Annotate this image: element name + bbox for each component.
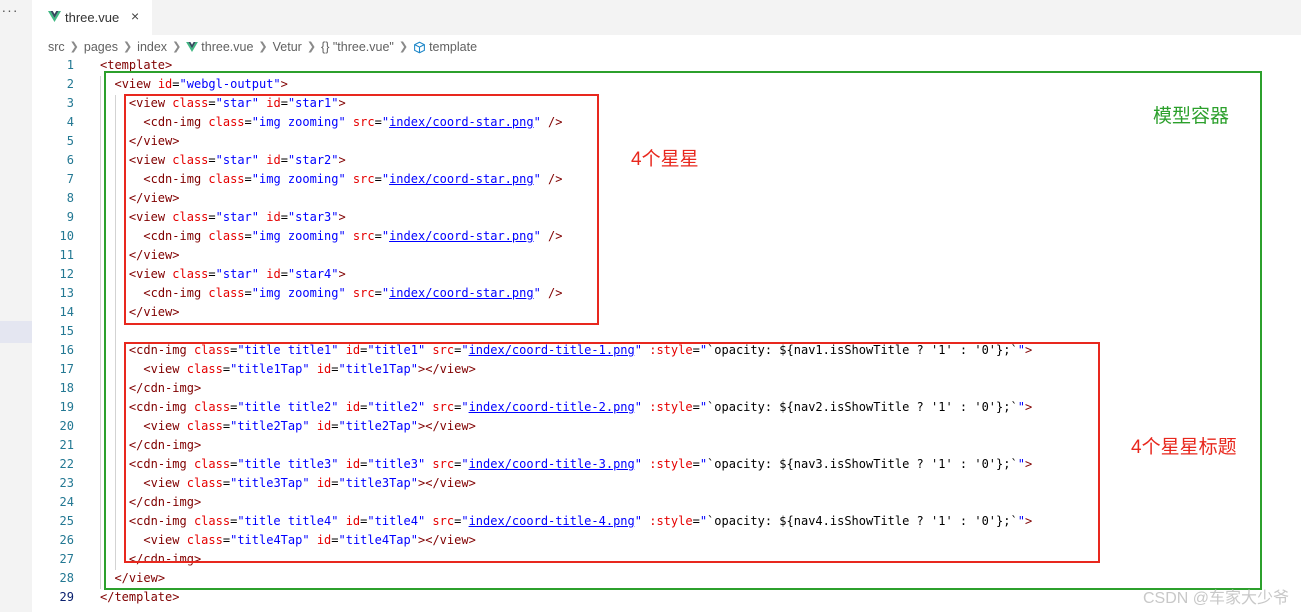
four-stars-annotation: 4个星星 bbox=[631, 149, 699, 170]
breadcrumb-vetur[interactable]: Vetur bbox=[273, 40, 302, 54]
line-code: </template> bbox=[100, 590, 180, 604]
chevron-right-icon: ❯ bbox=[306, 41, 317, 54]
line-number: 12 bbox=[59, 267, 74, 281]
breadcrumb-file-label: three.vue bbox=[201, 40, 254, 55]
watermark: CSDN @车家大少爷 bbox=[1142, 590, 1289, 607]
tab-label: three.vue bbox=[65, 10, 120, 25]
breadcrumb-pages[interactable]: pages bbox=[84, 40, 118, 54]
line-number: 14 bbox=[59, 305, 74, 319]
line-number: 21 bbox=[59, 438, 74, 452]
breadcrumb-index[interactable]: index bbox=[137, 40, 167, 54]
line-number: 27 bbox=[59, 552, 74, 566]
chevron-right-icon: ❯ bbox=[69, 41, 79, 54]
chevron-right-icon: ❯ bbox=[258, 41, 268, 54]
line-number: 11 bbox=[59, 248, 74, 262]
line-number: 19 bbox=[59, 400, 74, 414]
line-number: 24 bbox=[59, 495, 74, 509]
star-titles-highlight-box bbox=[124, 342, 1100, 563]
line-number: 13 bbox=[59, 286, 74, 300]
line-number: 20 bbox=[59, 419, 74, 433]
line-number: 2 bbox=[66, 77, 74, 91]
activity-bar: ··· bbox=[0, 0, 32, 612]
breadcrumb-template[interactable]: template bbox=[413, 39, 477, 54]
breadcrumb-file[interactable]: three.vue bbox=[186, 39, 253, 54]
line-number: 29 bbox=[59, 590, 74, 604]
tab-three-vue[interactable]: three.vue × bbox=[32, 0, 152, 35]
line-number: 9 bbox=[66, 210, 74, 224]
activity-selection-indicator bbox=[0, 321, 32, 343]
line-number: 1 bbox=[66, 58, 74, 72]
line-number: 28 bbox=[59, 571, 74, 585]
line-number: 3 bbox=[66, 96, 74, 110]
more-actions-icon[interactable]: ··· bbox=[0, 2, 20, 18]
line-number: 22 bbox=[59, 457, 74, 471]
vue-file-icon bbox=[48, 11, 61, 22]
chevron-right-icon: ❯ bbox=[398, 41, 409, 54]
line-number: 26 bbox=[59, 533, 74, 547]
stars-highlight-box bbox=[124, 94, 599, 325]
line-number: 16 bbox=[59, 343, 74, 357]
breadcrumb-template-label: template bbox=[429, 40, 478, 55]
close-tab-icon[interactable]: × bbox=[131, 8, 139, 24]
line-number: 5 bbox=[66, 134, 74, 148]
line-number: 10 bbox=[59, 229, 74, 243]
line-number: 18 bbox=[59, 381, 74, 395]
vue-file-icon bbox=[186, 42, 199, 53]
chevron-right-icon: ❯ bbox=[172, 41, 182, 54]
line-number: 8 bbox=[66, 191, 74, 205]
chevron-right-icon: ❯ bbox=[122, 41, 133, 54]
line-number: 6 bbox=[66, 153, 74, 167]
line-number: 7 bbox=[66, 172, 74, 186]
model-container-annotation: 模型容器 bbox=[1153, 106, 1230, 127]
cube-icon bbox=[414, 41, 425, 53]
four-star-titles-annotation: 4个星星标题 bbox=[1131, 437, 1237, 458]
breadcrumb-src[interactable]: src bbox=[48, 40, 65, 54]
line-number: 23 bbox=[59, 476, 74, 490]
line-code: <template> bbox=[100, 58, 173, 72]
breadcrumb-object[interactable]: {} "three.vue" bbox=[321, 40, 394, 54]
breadcrumb: src ❯ pages ❯ index ❯ three.vue ❯ Vetur ❯ {} "thre… bbox=[48, 39, 477, 55]
line-number: 25 bbox=[59, 514, 74, 528]
line-number: 15 bbox=[59, 324, 74, 338]
code-line[interactable]: 29 </template> bbox=[32, 589, 1301, 608]
line-number: 4 bbox=[66, 115, 74, 129]
line-number: 17 bbox=[59, 362, 74, 376]
editor-tab-bar: three.vue × bbox=[32, 0, 1301, 35]
